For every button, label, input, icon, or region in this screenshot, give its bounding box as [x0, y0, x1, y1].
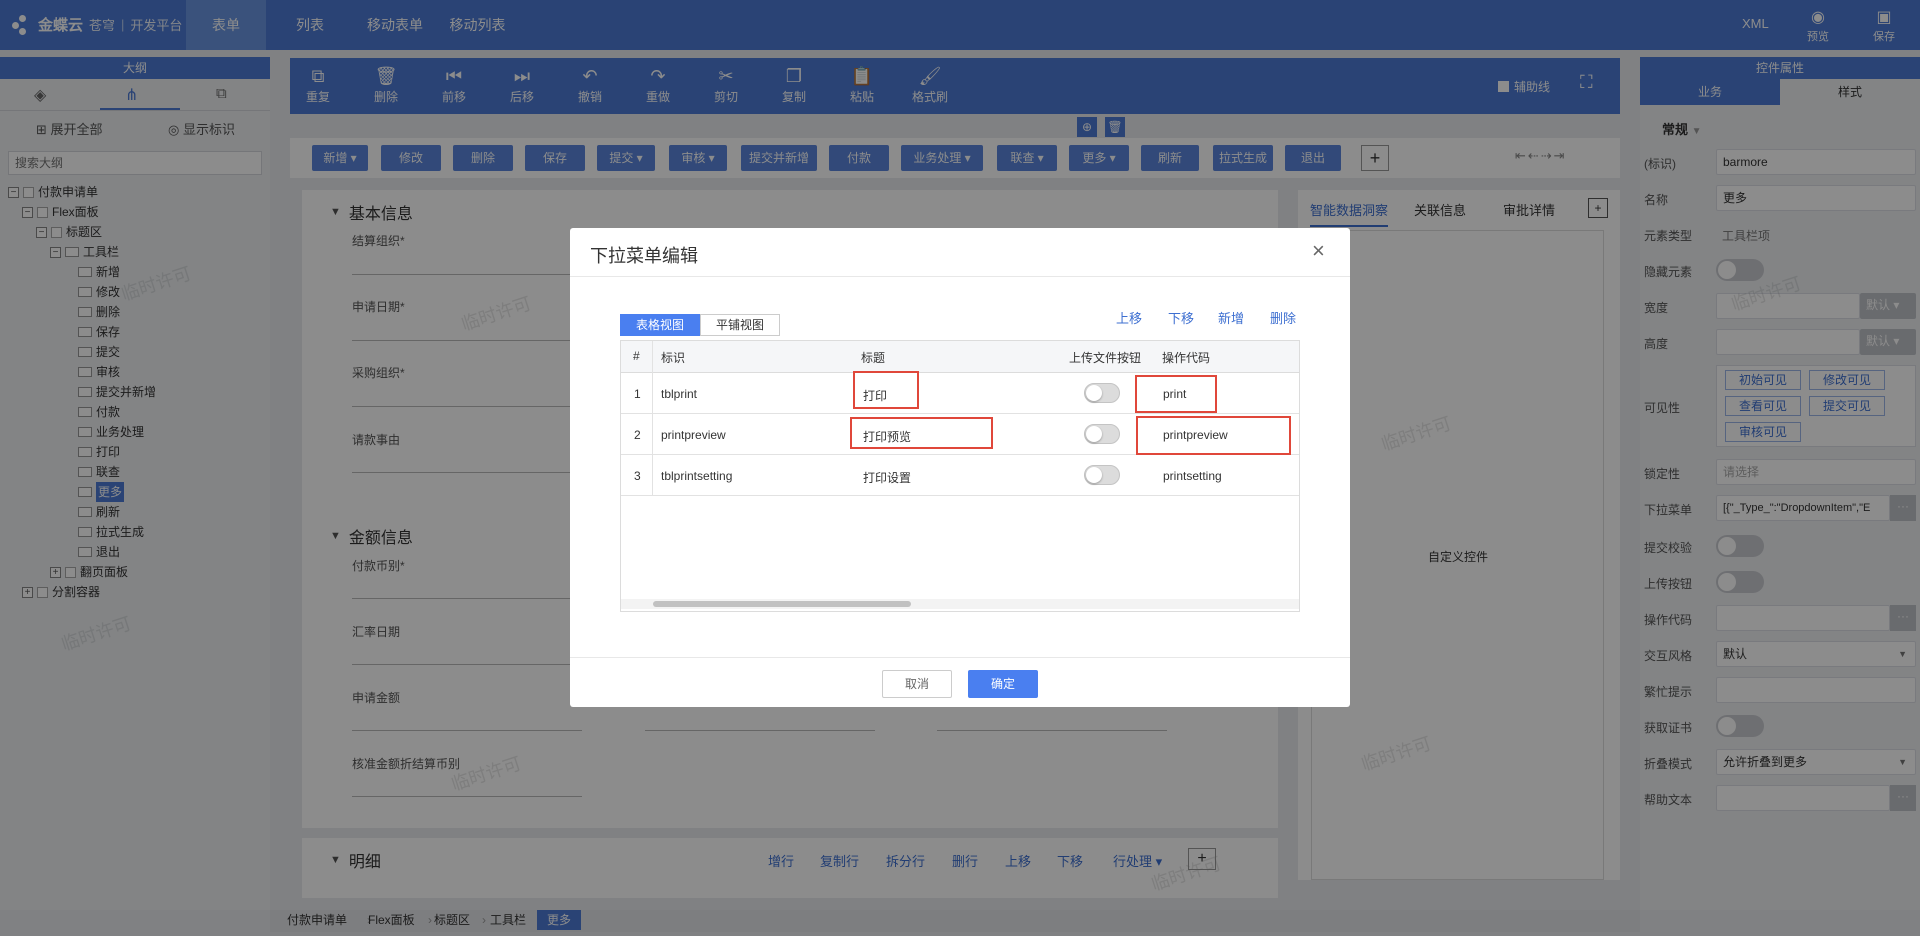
add-link[interactable]: 新增: [1218, 308, 1244, 327]
tab-tile-view[interactable]: 平铺视图: [700, 314, 780, 336]
divider: [570, 276, 1350, 277]
horizontal-scrollbar[interactable]: [621, 599, 1299, 609]
upload-button-toggle[interactable]: [1084, 424, 1120, 444]
highlight-box: [850, 417, 993, 449]
column-header: 上传文件按钮: [1069, 351, 1142, 365]
highlight-box: [1135, 375, 1217, 413]
column-header: 标题: [861, 351, 886, 365]
column-header: 标识: [661, 351, 686, 365]
column-header: 操作代码: [1162, 351, 1211, 365]
cancel-button[interactable]: 取消: [882, 670, 952, 698]
close-icon[interactable]: ×: [1312, 238, 1325, 264]
dropdown-menu-dialog: 下拉菜单编辑 × 表格视图 平铺视图 上移 下移 新增 删除 # 标识 标题 上…: [570, 228, 1350, 707]
ok-button[interactable]: 确定: [968, 670, 1038, 698]
highlight-box: [853, 371, 919, 409]
dialog-title: 下拉菜单编辑: [590, 246, 698, 266]
tab-table-view[interactable]: 表格视图: [620, 314, 700, 336]
upload-button-toggle[interactable]: [1084, 383, 1120, 403]
table-row[interactable]: 3 tblprintsetting 打印设置 printsetting: [621, 455, 1299, 496]
move-up-link[interactable]: 上移: [1116, 308, 1142, 327]
divider: [570, 657, 1350, 658]
column-header: #: [633, 349, 640, 363]
highlight-box: [1136, 416, 1291, 455]
scrollbar-thumb[interactable]: [653, 601, 911, 607]
move-down-link[interactable]: 下移: [1168, 308, 1194, 327]
delete-link[interactable]: 删除: [1270, 308, 1296, 327]
table-header: # 标识 标题 上传文件按钮 操作代码: [621, 341, 1299, 373]
upload-button-toggle[interactable]: [1084, 465, 1120, 485]
